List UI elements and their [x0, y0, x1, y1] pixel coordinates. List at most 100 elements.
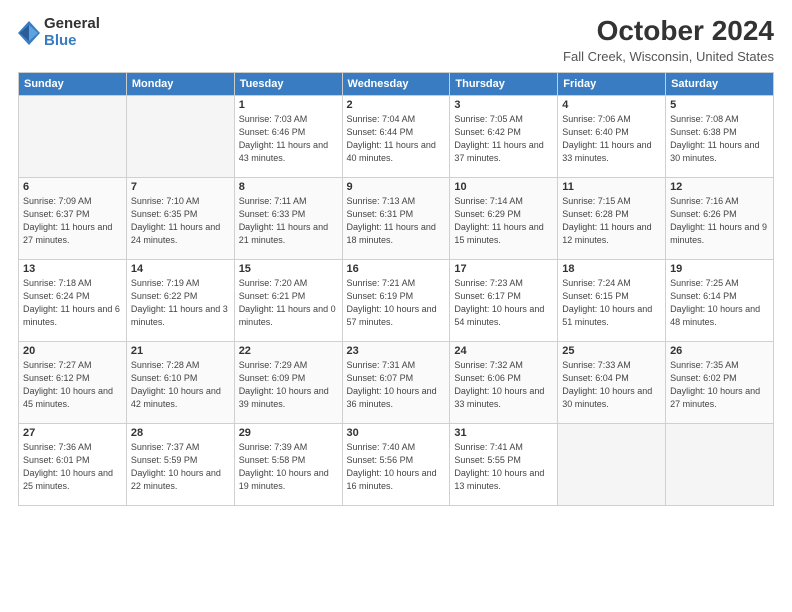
calendar-cell: 9 Sunrise: 7:13 AMSunset: 6:31 PMDaylight… [342, 177, 450, 259]
day-number: 8 [239, 181, 338, 193]
logo-general: General [44, 16, 100, 33]
calendar-week-5: 27 Sunrise: 7:36 AMSunset: 6:01 PMDayligh… [19, 423, 774, 505]
calendar-cell: 4Sunrise: 7:06 AMSunset: 6:40 PMDaylight… [558, 95, 666, 177]
day-number: 18 [562, 263, 661, 275]
calendar-cell: 5 Sunrise: 7:08 AMSunset: 6:38 PMDaylight… [666, 95, 774, 177]
day-info: Sunrise: 7:08 AMSunset: 6:38 PMDaylight:… [670, 113, 769, 165]
title-block: October 2024 Fall Creek, Wisconsin, Unit… [563, 16, 774, 64]
calendar-cell: 18 Sunrise: 7:24 AMSunset: 6:15 PMDayligh… [558, 259, 666, 341]
day-info: Sunrise: 7:41 AMSunset: 5:55 PMDaylight:… [454, 441, 553, 493]
day-info: Sunrise: 7:04 AMSunset: 6:44 PMDaylight:… [347, 113, 446, 165]
day-number: 20 [23, 345, 122, 357]
calendar-week-4: 20 Sunrise: 7:27 AMSunset: 6:12 PMDayligh… [19, 341, 774, 423]
day-info: Sunrise: 7:21 AMSunset: 6:19 PMDaylight:… [347, 277, 446, 329]
day-info: Sunrise: 7:05 AMSunset: 6:42 PMDaylight:… [454, 113, 553, 165]
calendar-cell: 11Sunrise: 7:15 AMSunset: 6:28 PMDayligh… [558, 177, 666, 259]
calendar-cell: 22 Sunrise: 7:29 AMSunset: 6:09 PMDayligh… [234, 341, 342, 423]
day-number: 4 [562, 99, 661, 111]
day-number: 9 [347, 181, 446, 193]
calendar-cell: 3 Sunrise: 7:05 AMSunset: 6:42 PMDaylight… [450, 95, 558, 177]
day-info: Sunrise: 7:32 AMSunset: 6:06 PMDaylight:… [454, 359, 553, 411]
day-info: Sunrise: 7:39 AMSunset: 5:58 PMDaylight:… [239, 441, 338, 493]
day-number: 3 [454, 99, 553, 111]
day-number: 6 [23, 181, 122, 193]
day-number: 22 [239, 345, 338, 357]
day-number: 28 [131, 427, 230, 439]
calendar-table: Sunday Monday Tuesday Wednesday Thursday… [18, 72, 774, 506]
calendar-cell: 24Sunrise: 7:32 AMSunset: 6:06 PMDayligh… [450, 341, 558, 423]
day-number: 17 [454, 263, 553, 275]
day-info: Sunrise: 7:20 AMSunset: 6:21 PMDaylight:… [239, 277, 338, 329]
day-info: Sunrise: 7:28 AMSunset: 6:10 PMDaylight:… [131, 359, 230, 411]
calendar-cell: 29 Sunrise: 7:39 AMSunset: 5:58 PMDayligh… [234, 423, 342, 505]
location: Fall Creek, Wisconsin, United States [563, 49, 774, 64]
col-tuesday: Tuesday [234, 72, 342, 95]
col-friday: Friday [558, 72, 666, 95]
day-number: 5 [670, 99, 769, 111]
calendar-cell: 1Sunrise: 7:03 AMSunset: 6:46 PMDaylight… [234, 95, 342, 177]
col-sunday: Sunday [19, 72, 127, 95]
day-info: Sunrise: 7:18 AMSunset: 6:24 PMDaylight:… [23, 277, 122, 329]
col-thursday: Thursday [450, 72, 558, 95]
calendar-cell: 16Sunrise: 7:21 AMSunset: 6:19 PMDayligh… [342, 259, 450, 341]
day-info: Sunrise: 7:29 AMSunset: 6:09 PMDaylight:… [239, 359, 338, 411]
day-info: Sunrise: 7:25 AMSunset: 6:14 PMDaylight:… [670, 277, 769, 329]
day-number: 27 [23, 427, 122, 439]
calendar-cell: 30 Sunrise: 7:40 AMSunset: 5:56 PMDayligh… [342, 423, 450, 505]
day-number: 14 [131, 263, 230, 275]
logo-blue: Blue [44, 33, 100, 50]
day-info: Sunrise: 7:37 AMSunset: 5:59 PMDaylight:… [131, 441, 230, 493]
header-row: Sunday Monday Tuesday Wednesday Thursday… [19, 72, 774, 95]
col-monday: Monday [126, 72, 234, 95]
day-info: Sunrise: 7:19 AMSunset: 6:22 PMDaylight:… [131, 277, 230, 329]
calendar-week-3: 13 Sunrise: 7:18 AMSunset: 6:24 PMDayligh… [19, 259, 774, 341]
logo-text: General Blue [44, 16, 100, 49]
calendar-cell [558, 423, 666, 505]
calendar-cell: 7Sunrise: 7:10 AMSunset: 6:35 PMDaylight… [126, 177, 234, 259]
day-info: Sunrise: 7:31 AMSunset: 6:07 PMDaylight:… [347, 359, 446, 411]
calendar-cell [666, 423, 774, 505]
day-number: 23 [347, 345, 446, 357]
calendar-page: General Blue October 2024 Fall Creek, Wi… [0, 0, 792, 612]
day-info: Sunrise: 7:35 AMSunset: 6:02 PMDaylight:… [670, 359, 769, 411]
day-info: Sunrise: 7:09 AMSunset: 6:37 PMDaylight:… [23, 195, 122, 247]
calendar-cell: 8 Sunrise: 7:11 AMSunset: 6:33 PMDaylight… [234, 177, 342, 259]
day-number: 30 [347, 427, 446, 439]
logo-icon [18, 19, 40, 47]
calendar-cell: 23 Sunrise: 7:31 AMSunset: 6:07 PMDayligh… [342, 341, 450, 423]
day-number: 21 [131, 345, 230, 357]
calendar-cell: 12Sunrise: 7:16 AMSunset: 6:26 PMDayligh… [666, 177, 774, 259]
day-info: Sunrise: 7:27 AMSunset: 6:12 PMDaylight:… [23, 359, 122, 411]
day-info: Sunrise: 7:15 AMSunset: 6:28 PMDaylight:… [562, 195, 661, 247]
month-title: October 2024 [563, 16, 774, 47]
day-info: Sunrise: 7:36 AMSunset: 6:01 PMDaylight:… [23, 441, 122, 493]
day-number: 13 [23, 263, 122, 275]
calendar-cell: 31 Sunrise: 7:41 AMSunset: 5:55 PMDayligh… [450, 423, 558, 505]
day-number: 12 [670, 181, 769, 193]
calendar-cell: 25 Sunrise: 7:33 AMSunset: 6:04 PMDayligh… [558, 341, 666, 423]
day-info: Sunrise: 7:11 AMSunset: 6:33 PMDaylight:… [239, 195, 338, 247]
day-number: 31 [454, 427, 553, 439]
calendar-cell: 28 Sunrise: 7:37 AMSunset: 5:59 PMDayligh… [126, 423, 234, 505]
calendar-cell: 17Sunrise: 7:23 AMSunset: 6:17 PMDayligh… [450, 259, 558, 341]
calendar-cell: 15 Sunrise: 7:20 AMSunset: 6:21 PMDayligh… [234, 259, 342, 341]
day-number: 29 [239, 427, 338, 439]
day-number: 10 [454, 181, 553, 193]
day-info: Sunrise: 7:40 AMSunset: 5:56 PMDaylight:… [347, 441, 446, 493]
day-number: 19 [670, 263, 769, 275]
day-info: Sunrise: 7:13 AMSunset: 6:31 PMDaylight:… [347, 195, 446, 247]
day-number: 1 [239, 99, 338, 111]
logo: General Blue [18, 16, 100, 49]
day-number: 25 [562, 345, 661, 357]
day-info: Sunrise: 7:33 AMSunset: 6:04 PMDaylight:… [562, 359, 661, 411]
day-info: Sunrise: 7:24 AMSunset: 6:15 PMDaylight:… [562, 277, 661, 329]
calendar-cell: 14 Sunrise: 7:19 AMSunset: 6:22 PMDayligh… [126, 259, 234, 341]
col-saturday: Saturday [666, 72, 774, 95]
day-number: 15 [239, 263, 338, 275]
calendar-cell: 20 Sunrise: 7:27 AMSunset: 6:12 PMDayligh… [19, 341, 127, 423]
calendar-cell: 13 Sunrise: 7:18 AMSunset: 6:24 PMDayligh… [19, 259, 127, 341]
calendar-week-2: 6 Sunrise: 7:09 AMSunset: 6:37 PMDaylight… [19, 177, 774, 259]
calendar-cell: 6 Sunrise: 7:09 AMSunset: 6:37 PMDaylight… [19, 177, 127, 259]
calendar-week-1: 1Sunrise: 7:03 AMSunset: 6:46 PMDaylight… [19, 95, 774, 177]
calendar-cell [126, 95, 234, 177]
